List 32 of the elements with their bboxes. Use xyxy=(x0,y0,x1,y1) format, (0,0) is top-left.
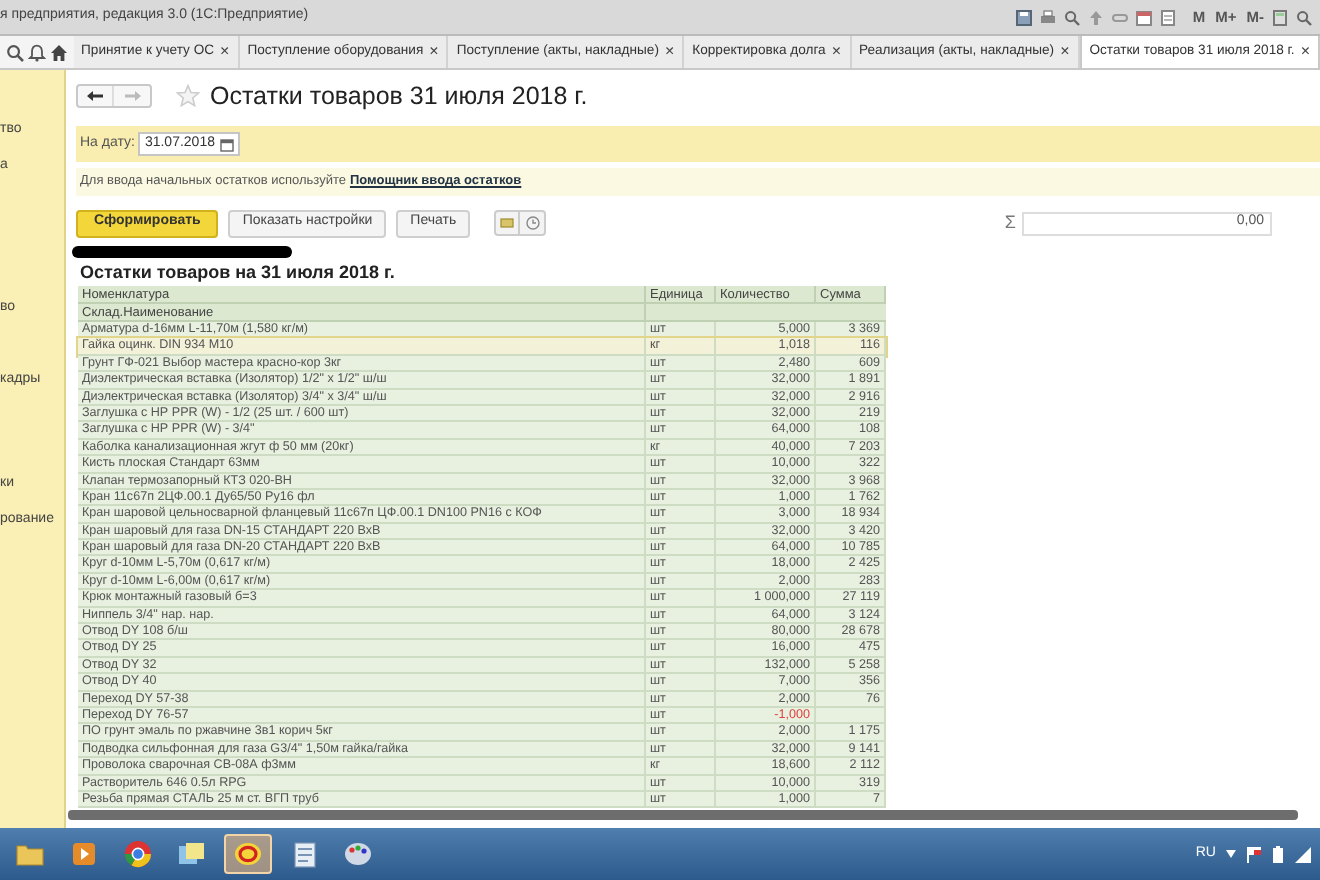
page-title: Остатки товаров 31 июля 2018 г. xyxy=(210,79,588,114)
close-button[interactable]: × xyxy=(1060,44,1070,60)
caret-icon[interactable] xyxy=(1226,850,1236,858)
document-icon[interactable] xyxy=(1160,9,1177,25)
close-button[interactable]: × xyxy=(1300,44,1310,60)
calendar-icon[interactable] xyxy=(220,137,235,151)
home-icon[interactable] xyxy=(49,43,68,61)
bell-icon[interactable] xyxy=(27,43,46,61)
signal-icon[interactable] xyxy=(1294,845,1312,863)
table-icon xyxy=(500,218,515,228)
flag-icon[interactable] xyxy=(1246,845,1262,863)
close-button[interactable]: × xyxy=(664,44,675,60)
search-icon[interactable] xyxy=(1064,9,1081,25)
close-button[interactable]: × xyxy=(831,44,841,60)
save-icon[interactable] xyxy=(1016,9,1033,25)
accounting-app-icon[interactable] xyxy=(224,834,272,874)
sum-sign: Σ xyxy=(1004,209,1016,236)
star-icon[interactable] xyxy=(176,84,200,108)
scrollbar[interactable] xyxy=(68,810,1298,821)
search-icon[interactable] xyxy=(5,43,24,61)
right-arrow-icon xyxy=(123,90,141,102)
close-button[interactable]: × xyxy=(429,44,439,60)
calendar-icon[interactable] xyxy=(1136,9,1153,25)
report-title: Остатки товаров на 31 июля 2018 г. xyxy=(80,259,395,286)
clock-icon xyxy=(525,216,540,230)
calculator-icon[interactable] xyxy=(1272,9,1288,25)
clock-button[interactable] xyxy=(520,212,545,234)
close-button[interactable]: × xyxy=(220,44,230,60)
zoom-icon[interactable] xyxy=(1296,9,1312,25)
battery-icon[interactable] xyxy=(1272,845,1284,863)
left-arrow-icon xyxy=(86,90,104,102)
printer-icon[interactable] xyxy=(1040,9,1057,25)
